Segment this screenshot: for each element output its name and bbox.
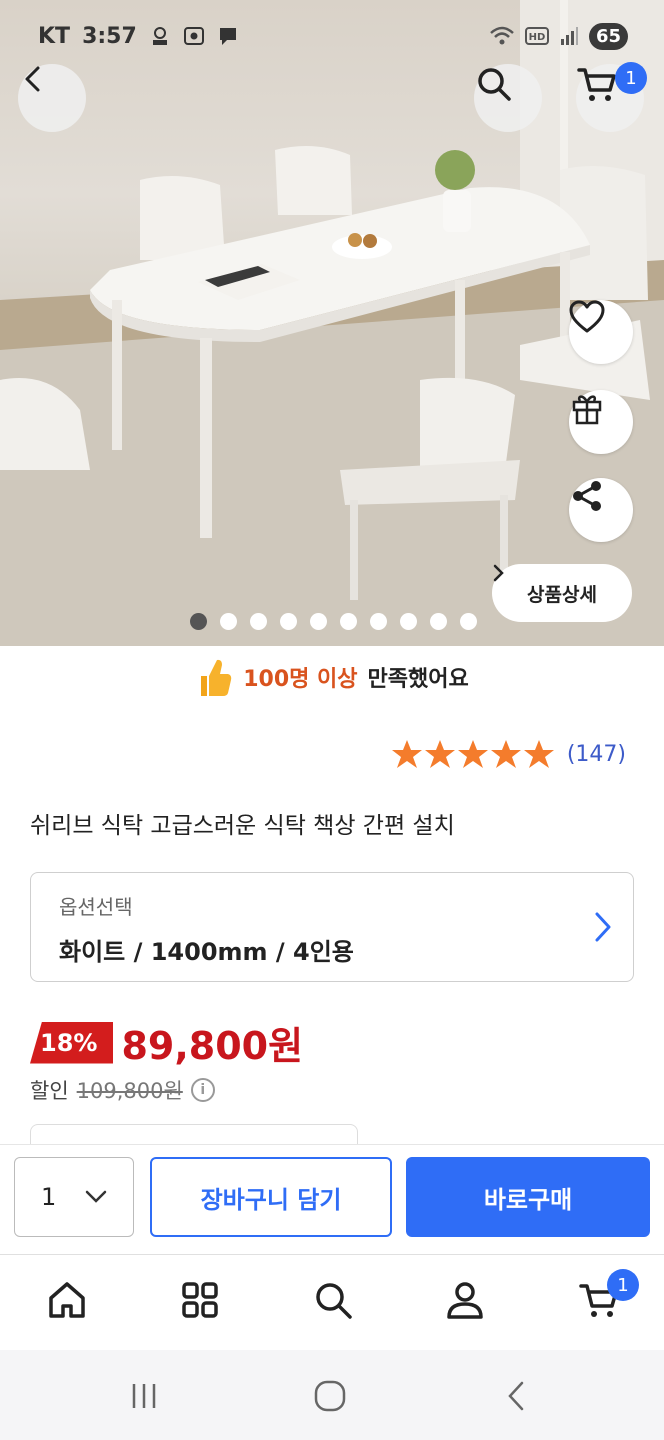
product-image-carousel[interactable]: 1 상품상세 xyxy=(0,0,664,646)
category-icon xyxy=(182,1282,218,1318)
carousel-dot[interactable] xyxy=(280,613,297,630)
back-button[interactable] xyxy=(18,64,86,132)
clock: 3:57 xyxy=(82,23,137,49)
quantity-value: 1 xyxy=(41,1183,57,1211)
gift-icon xyxy=(572,395,602,425)
rating[interactable]: (147) xyxy=(391,738,626,770)
add-to-cart-button[interactable]: 장바구니 담기 xyxy=(150,1157,392,1237)
signal-icon xyxy=(560,27,578,45)
samsung-pay-icon xyxy=(152,27,167,45)
quantity-select[interactable]: 1 xyxy=(14,1157,134,1237)
option-selector[interactable]: 옵션선택 화이트 / 1400mm / 4인용 xyxy=(30,872,634,982)
original-price-row: 할인 109,800원 i xyxy=(30,1075,215,1105)
carousel-dot[interactable] xyxy=(370,613,387,630)
carousel-dot[interactable] xyxy=(340,613,357,630)
battery-indicator: 65 xyxy=(588,22,628,50)
option-label: 옵션선택 xyxy=(59,895,133,919)
home-icon xyxy=(49,1282,85,1318)
wifi-icon xyxy=(490,26,514,45)
hd-icon: HD xyxy=(524,27,549,45)
search-button[interactable] xyxy=(474,64,542,132)
discount-badge: 18% xyxy=(30,1021,114,1064)
share-button[interactable] xyxy=(569,478,633,542)
product-title: 쉬리브 식탁 고급스러운 식탁 책상 간편 설치 xyxy=(30,813,455,839)
carousel-dot[interactable] xyxy=(460,613,477,630)
star-rating-icon xyxy=(391,740,554,768)
recent-apps-icon xyxy=(132,1384,156,1408)
svg-text:HD: HD xyxy=(529,32,546,43)
product-detail-label: 상품상세 xyxy=(527,583,597,606)
share-icon xyxy=(573,481,601,511)
message-icon xyxy=(219,28,236,45)
carousel-dot[interactable] xyxy=(250,613,267,630)
search-icon xyxy=(316,1283,352,1319)
bottom-navigation: 1 xyxy=(0,1254,664,1350)
nav-my-page[interactable] xyxy=(440,1275,490,1325)
nav-home[interactable] xyxy=(42,1275,92,1325)
gift-button[interactable] xyxy=(569,390,633,454)
review-count[interactable]: (147) xyxy=(567,742,626,767)
price-row: 18% 89,800원 xyxy=(30,1015,303,1070)
satisfaction-text: 만족했어요 xyxy=(367,667,469,692)
product-photo xyxy=(0,0,664,646)
screenshot-icon xyxy=(183,27,204,45)
carousel-dot[interactable] xyxy=(310,613,327,630)
info-icon[interactable]: i xyxy=(190,1078,215,1102)
carrier-label: KT xyxy=(38,23,71,49)
sale-price: 89,800원 xyxy=(121,1024,304,1068)
carousel-dot[interactable] xyxy=(190,613,207,630)
product-page: 1 상품상세 KT 3:57 HD 65 100명 이상 만족했어요 (147)… xyxy=(0,0,664,1440)
nav-category[interactable] xyxy=(175,1275,225,1325)
chevron-right-icon xyxy=(595,912,611,942)
carousel-dot[interactable] xyxy=(220,613,237,630)
buy-now-button[interactable]: 바로구매 xyxy=(406,1157,650,1237)
purchase-bar: 1 장바구니 담기 바로구매 xyxy=(0,1144,664,1254)
carousel-dot[interactable] xyxy=(400,613,417,630)
carousel-indicator xyxy=(190,613,477,630)
discount-label: 할인 xyxy=(30,1079,69,1103)
nav-search[interactable] xyxy=(308,1275,358,1325)
system-navigation-bar xyxy=(0,1350,664,1440)
back-system-button[interactable] xyxy=(496,1376,536,1416)
satisfaction-banner: 100명 이상 만족했어요 xyxy=(0,652,664,702)
status-bar: KT 3:57 HD 65 xyxy=(0,0,664,72)
back-arrow-icon xyxy=(508,1381,524,1411)
option-value: 화이트 / 1400mm / 4인용 xyxy=(59,938,354,966)
wishlist-button[interactable] xyxy=(569,300,633,364)
original-price: 109,800원 xyxy=(76,1079,183,1103)
nav-cart-count-badge: 1 xyxy=(607,1269,639,1301)
thumbs-up-icon xyxy=(201,659,232,696)
profile-icon xyxy=(447,1282,483,1319)
chevron-down-icon xyxy=(85,1190,107,1203)
recent-apps-button[interactable] xyxy=(124,1376,164,1416)
home-system-button[interactable] xyxy=(310,1376,350,1416)
satisfaction-highlight: 100명 이상 xyxy=(243,667,358,692)
heart-icon xyxy=(569,300,605,333)
product-detail-button[interactable]: 상품상세 xyxy=(492,564,632,622)
home-circle-icon xyxy=(314,1380,346,1412)
chevron-right-icon xyxy=(493,564,504,582)
carousel-dot[interactable] xyxy=(430,613,447,630)
